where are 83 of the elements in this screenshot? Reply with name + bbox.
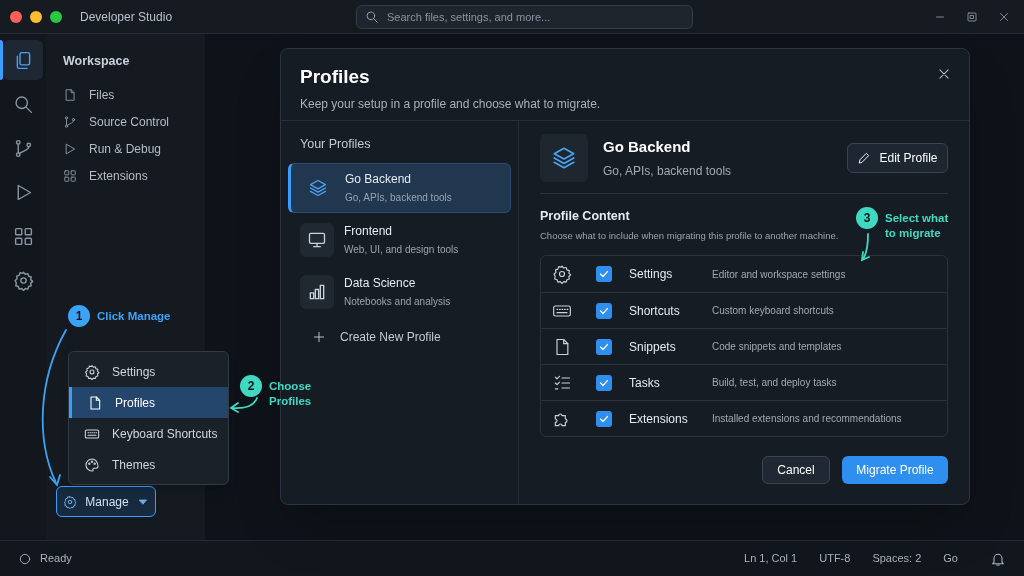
content-label: Shortcuts	[629, 302, 681, 320]
layers-icon	[308, 177, 328, 198]
step-label: Select what to migrate	[885, 211, 950, 241]
plus-icon	[312, 329, 326, 344]
pencil-icon	[857, 151, 872, 165]
annotation-arrow	[229, 397, 258, 413]
section-heading: Your Profiles	[299, 136, 372, 153]
restore-icon	[966, 10, 978, 23]
profile-description: Web, UI, and design tools	[344, 243, 459, 258]
annotation-arrow	[860, 233, 870, 262]
palette-icon	[84, 456, 100, 473]
section-heading: Profile Content	[540, 208, 630, 225]
menu-item[interactable]: Themes	[69, 449, 228, 480]
dialog-title: Profiles	[300, 65, 370, 89]
profile-description: Go, APIs, backend tools	[345, 191, 452, 206]
branch-icon	[63, 115, 77, 130]
section-hint: Choose what to include when migrating this profile to another machine.	[540, 228, 839, 243]
manage-button[interactable]: Manage	[56, 486, 156, 517]
zoom-window-button[interactable]	[50, 10, 62, 23]
sidebar-item[interactable]: Run & Debug	[63, 135, 205, 163]
cancel-button[interactable]: Cancel	[762, 456, 830, 484]
create-profile-item[interactable]: Create New Profile	[281, 327, 518, 346]
profile-title: Go Backend	[603, 137, 692, 158]
activity-bar-item[interactable]	[3, 40, 43, 80]
profile-item[interactable]: Data Science Notebooks and analysis	[288, 266, 511, 317]
status-circle-icon	[18, 551, 32, 566]
checkbox[interactable]	[596, 338, 612, 355]
profile-item[interactable]: Frontend Web, UI, and design tools	[288, 214, 511, 265]
settings-icon	[84, 363, 100, 380]
step-label: Choose Profiles	[269, 379, 313, 409]
status-item[interactable]: Go	[943, 550, 958, 567]
close-button[interactable]	[937, 67, 951, 81]
settings-icon	[552, 264, 572, 284]
dialog-subtitle: Keep your setup in a profile and choose what to migrate.	[300, 95, 601, 113]
sidebar-item[interactable]: Source Control	[63, 108, 205, 136]
checkbox[interactable]	[596, 302, 612, 319]
status-item[interactable]: Spaces: 2	[872, 550, 922, 567]
menu-item[interactable]: Settings	[69, 356, 228, 387]
checkbox[interactable]	[596, 266, 612, 282]
profile-name: Data Science	[344, 275, 417, 293]
blocks-icon	[63, 169, 77, 184]
profile-name: Go Backend	[345, 171, 413, 189]
window-title: Developer Studio	[80, 8, 173, 26]
profile-item[interactable]: Go Backend Go, APIs, backend tools	[288, 162, 511, 213]
status-item[interactable]: Ln 1, Col 1	[744, 550, 798, 567]
content-description: Custom keyboard shortcuts	[712, 304, 834, 318]
menu-item[interactable]: Keyboard Shortcuts	[69, 418, 228, 449]
content-label: Tasks	[629, 374, 661, 392]
profile-name: Frontend	[344, 223, 394, 241]
layers-icon	[551, 145, 577, 171]
sidebar-item[interactable]: Extensions	[63, 162, 205, 190]
close-icon	[937, 67, 951, 81]
file-icon	[87, 394, 103, 411]
blocks-icon	[12, 225, 34, 247]
search-field[interactable]: Search files, settings, and more...	[356, 5, 693, 29]
content-label: Snippets	[629, 338, 677, 356]
content-description: Editor and workspace settings	[712, 267, 846, 282]
content-label: Settings	[629, 266, 674, 283]
settings-icon	[12, 269, 34, 291]
minimize-window-button[interactable]	[30, 10, 42, 23]
status-item[interactable]: UTF-8	[819, 550, 851, 567]
content-description: Build, test, and deploy tasks	[712, 376, 837, 390]
status-text: Ready	[40, 551, 72, 567]
check-icon	[598, 268, 610, 280]
content-description: Installed extensions and recommendations	[712, 412, 902, 426]
checkbox[interactable]	[596, 410, 612, 427]
profile-subtitle: Go, APIs, backend tools	[603, 162, 732, 180]
checkbox[interactable]	[596, 374, 612, 391]
search-icon	[12, 93, 34, 115]
edit-profile-button[interactable]: Edit Profile	[847, 143, 948, 173]
step-label: Click Manage	[97, 309, 172, 324]
sidebar-item[interactable]: Files	[63, 81, 205, 109]
content-label: Extensions	[629, 410, 689, 428]
play-icon	[63, 142, 77, 157]
close-window-button[interactable]	[10, 10, 22, 23]
settings-icon	[63, 494, 78, 509]
sidebar-title: Workspace	[63, 53, 131, 70]
profile-description: Notebooks and analysis	[344, 295, 451, 310]
close-icon	[998, 10, 1010, 23]
content-description: Code snippets and templates	[712, 340, 842, 354]
file-icon	[63, 88, 77, 103]
menu-item[interactable]: Profiles	[69, 387, 228, 418]
search-icon	[365, 10, 379, 24]
